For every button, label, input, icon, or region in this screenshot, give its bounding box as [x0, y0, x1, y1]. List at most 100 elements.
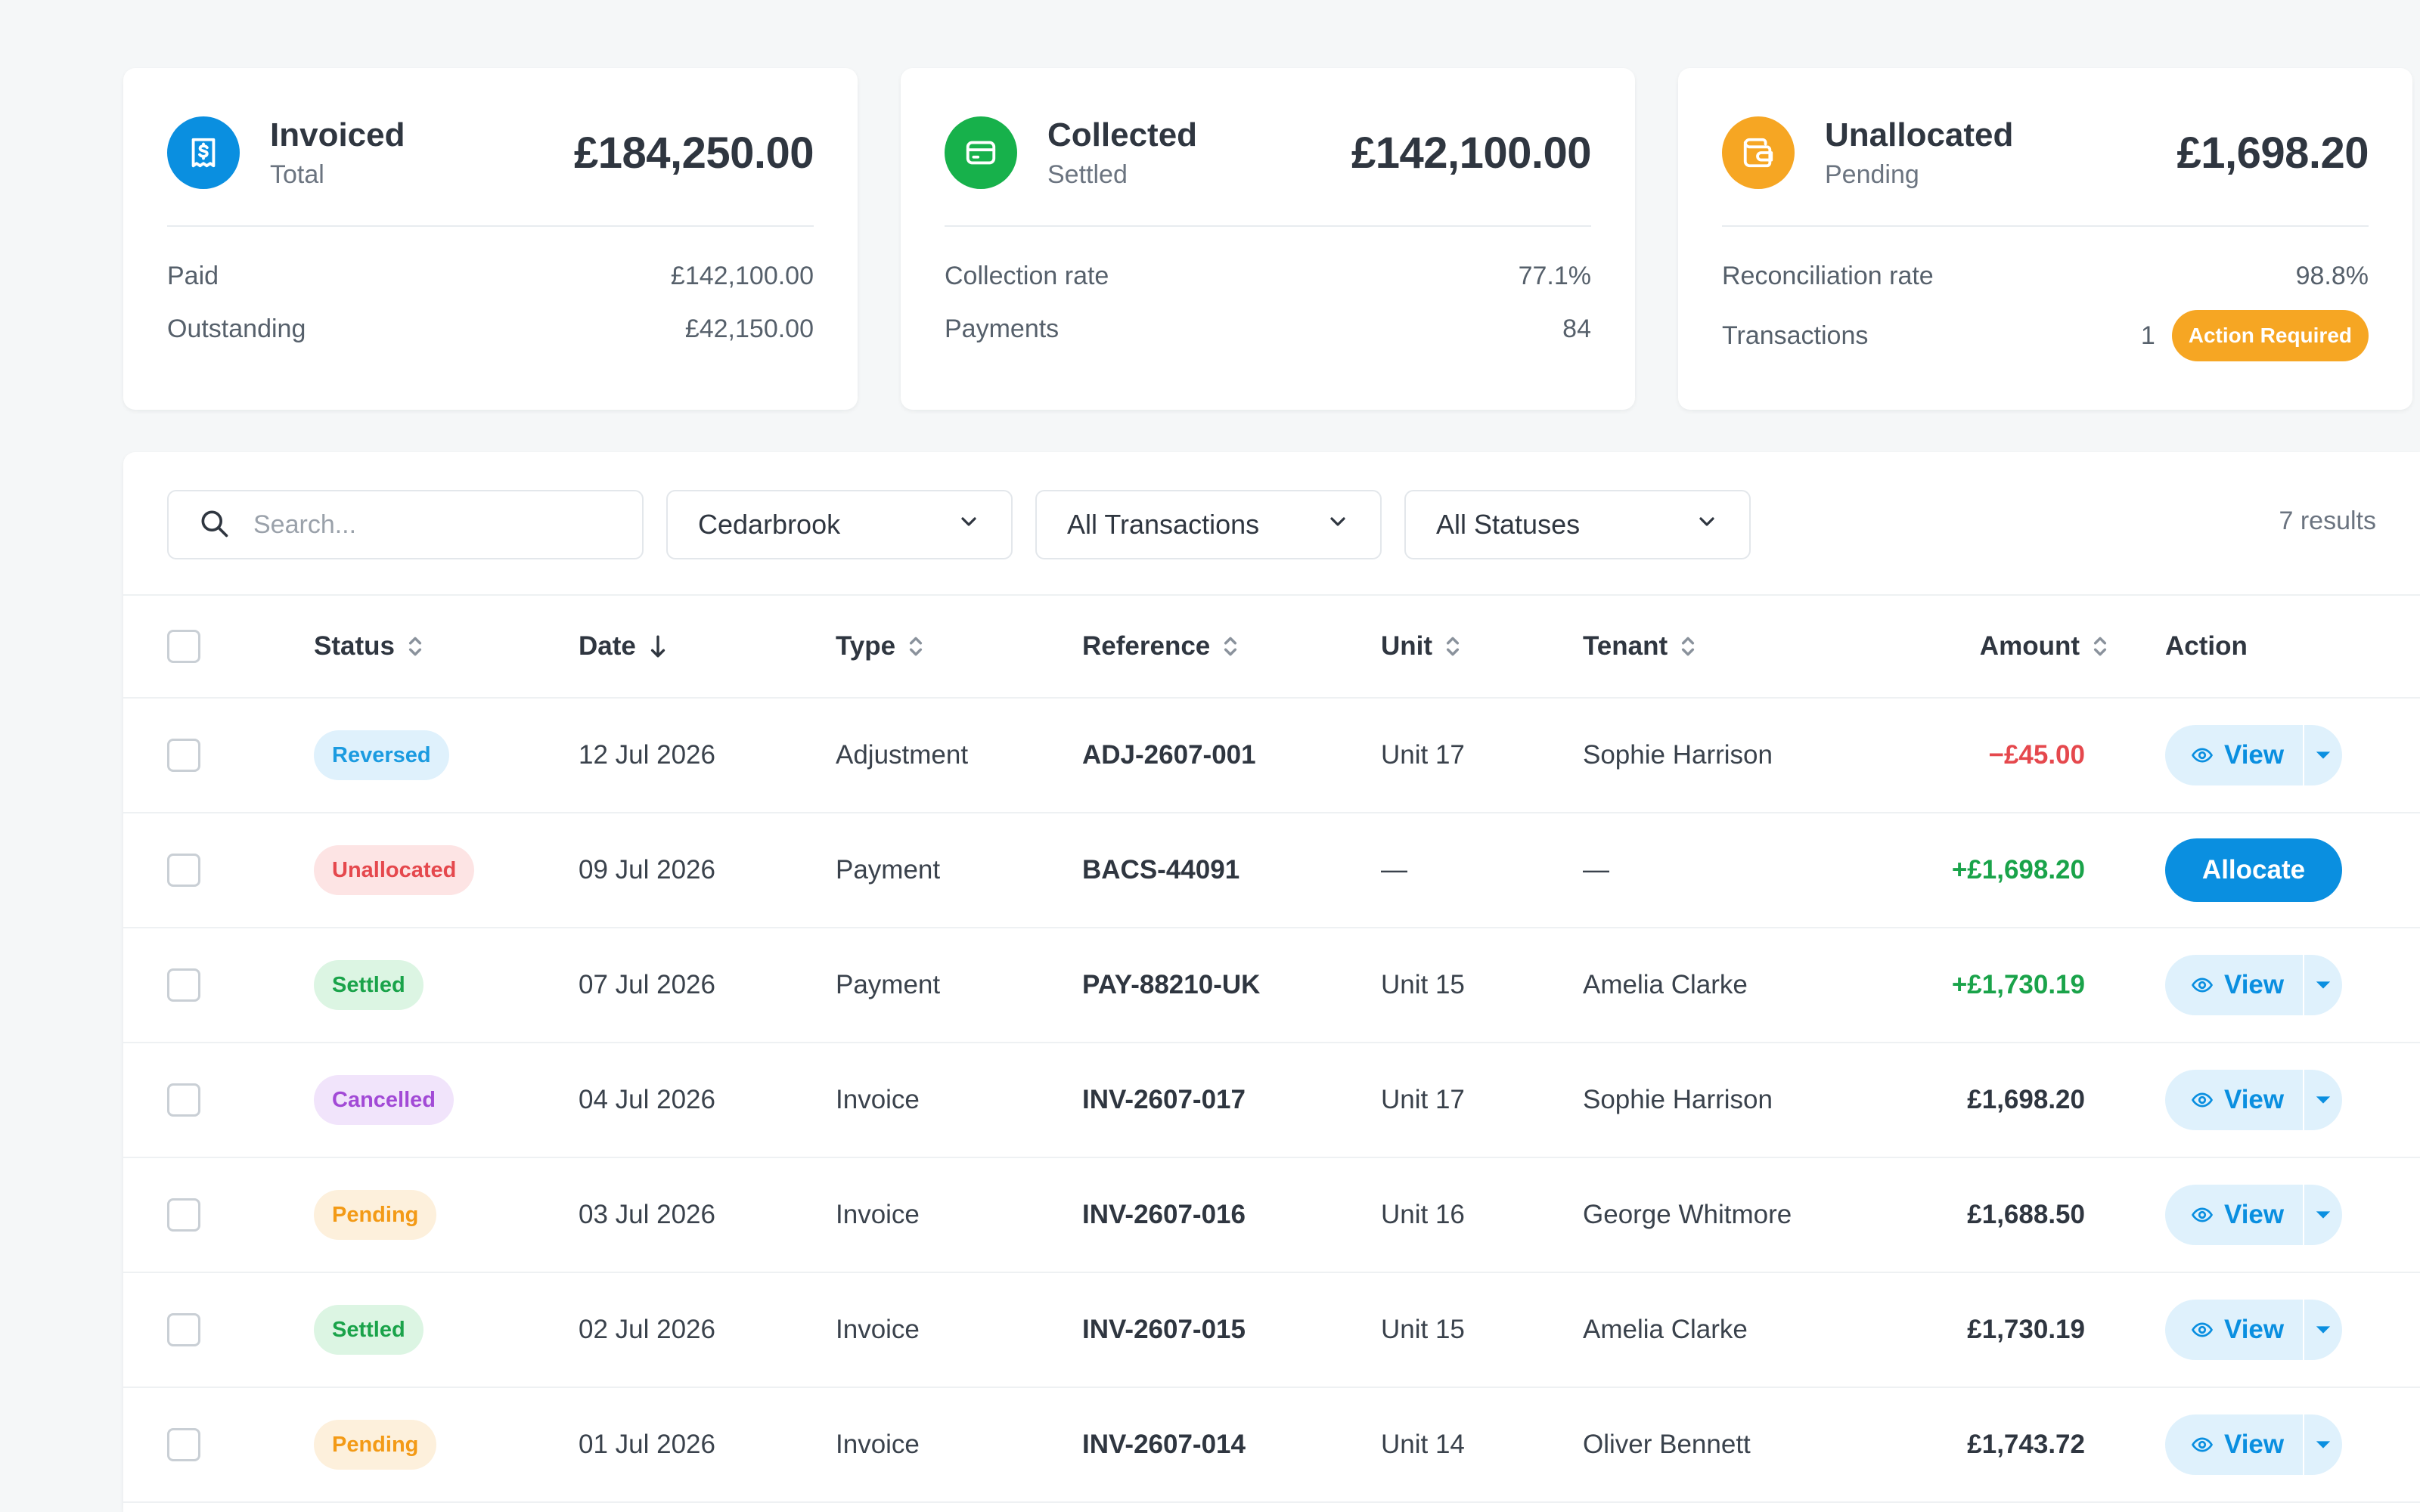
table-row[interactable]: Settled 07 Jul 2026 Payment PAY-88210-UK… [123, 928, 2420, 1043]
caret-down-icon[interactable] [2304, 1300, 2342, 1360]
reference-cell: PAY-88210-UK [1082, 970, 1261, 999]
card-title: Collected [1047, 116, 1198, 153]
tenant-cell: Amelia Clarke [1583, 970, 1748, 999]
type-cell: Payment [836, 855, 941, 885]
stat-row: Paid £142,100.00 [167, 257, 814, 295]
caret-down-icon[interactable] [2304, 1070, 2342, 1130]
status-select[interactable]: All Statuses [1404, 490, 1751, 559]
divider [167, 225, 814, 227]
caret-down-icon[interactable] [2304, 725, 2342, 785]
search-box[interactable] [167, 490, 644, 559]
card-subtitle: Pending [1825, 160, 1919, 189]
view-button[interactable]: View [2165, 955, 2303, 1015]
property-select[interactable]: Cedarbrook [666, 490, 1013, 559]
stat-row: Collection rate 77.1% [945, 257, 1591, 295]
table-row[interactable]: Cancelled 04 Jul 2026 Invoice INV-2607-0… [123, 1043, 2420, 1158]
header-type[interactable]: Type [836, 596, 926, 697]
view-split-button: View [2165, 725, 2342, 785]
collected-card: Collected Settled £142,100.00 Collection… [901, 68, 1635, 410]
row-checkbox[interactable] [167, 1198, 200, 1232]
header-reference[interactable]: Reference [1082, 596, 1240, 697]
amount-cell: −£45.00 [1988, 740, 2086, 770]
tenant-cell: — [1583, 855, 1609, 885]
action-cell: View [2165, 1273, 2342, 1387]
header-date[interactable]: Date [579, 596, 669, 697]
amount-cell: +£1,698.20 [1951, 855, 2085, 885]
transactions-count: 1 [2140, 321, 2155, 350]
allocate-button[interactable]: Allocate [2165, 838, 2342, 902]
eye-icon [2192, 1437, 2213, 1452]
type-select-value: All Transactions [1067, 509, 1260, 540]
type-cell: Payment [836, 970, 941, 999]
date-cell: 12 Jul 2026 [579, 740, 715, 770]
unit-cell: Unit 17 [1381, 740, 1465, 770]
row-checkbox[interactable] [167, 968, 200, 1002]
date-cell: 04 Jul 2026 [579, 1085, 715, 1114]
stat-label: Payments [945, 314, 1060, 343]
eye-icon [2192, 1092, 2213, 1108]
table-row[interactable]: Unallocated 09 Jul 2026 Payment BACS-440… [123, 813, 2420, 928]
view-button[interactable]: View [2165, 1300, 2303, 1360]
row-checkbox[interactable] [167, 1428, 200, 1461]
header-unit[interactable]: Unit [1381, 596, 1463, 697]
date-cell: 09 Jul 2026 [579, 855, 715, 885]
status-badge: Pending [314, 1420, 437, 1470]
row-checkbox[interactable] [167, 739, 200, 772]
view-button[interactable]: View [2165, 1185, 2303, 1245]
view-label: View [2224, 1430, 2285, 1459]
status-badge: Cancelled [314, 1075, 454, 1125]
view-label: View [2224, 1200, 2285, 1229]
row-checkbox[interactable] [167, 854, 200, 887]
view-button[interactable]: View [2165, 725, 2303, 785]
caret-down-icon[interactable] [2304, 1185, 2342, 1245]
amount-cell: £1,688.50 [1967, 1200, 2085, 1229]
type-cell: Invoice [836, 1315, 920, 1344]
invoiced-card: Invoiced Total £184,250.00 Paid £142,100… [123, 68, 858, 410]
stat-label: Paid [167, 261, 219, 290]
header-tenant[interactable]: Tenant [1583, 596, 1698, 697]
stat-value: 84 [1562, 314, 1591, 343]
view-button[interactable]: View [2165, 1414, 2303, 1475]
date-cell: 02 Jul 2026 [579, 1315, 715, 1344]
header-amount[interactable]: Amount [1980, 596, 2110, 697]
table-row[interactable]: Pending 03 Jul 2026 Invoice INV-2607-016… [123, 1158, 2420, 1273]
stat-value: £42,150.00 [684, 314, 814, 343]
stat-label: Outstanding [167, 314, 306, 343]
tenant-cell: Sophie Harrison [1583, 1085, 1773, 1114]
card-subtitle: Settled [1047, 160, 1128, 189]
reference-cell: BACS-44091 [1082, 855, 1240, 885]
header-label: Tenant [1583, 631, 1668, 661]
transaction-type-select[interactable]: All Transactions [1035, 490, 1382, 559]
summary-cards: Invoiced Total £184,250.00 Paid £142,100… [123, 68, 2412, 410]
view-label: View [2224, 970, 2285, 999]
caret-down-icon[interactable] [2304, 955, 2342, 1015]
table-row[interactable]: Settled 02 Jul 2026 Invoice INV-2607-015… [123, 1273, 2420, 1388]
unit-cell: — [1381, 855, 1407, 885]
header-label: Type [836, 631, 896, 661]
row-checkbox[interactable] [167, 1083, 200, 1117]
sort-icon [1678, 634, 1698, 659]
row-checkbox[interactable] [167, 1313, 200, 1346]
table-body: Reversed 12 Jul 2026 Adjustment ADJ-2607… [123, 699, 2420, 1503]
view-split-button: View [2165, 1070, 2342, 1130]
select-all-checkbox[interactable] [167, 630, 200, 663]
table-row[interactable]: Pending 01 Jul 2026 Invoice INV-2607-014… [123, 1388, 2420, 1503]
table-row[interactable]: Reversed 12 Jul 2026 Adjustment ADJ-2607… [123, 699, 2420, 813]
action-required-badge[interactable]: Action Required [2171, 310, 2369, 361]
stat-row: Transactions 1 Action Required [1722, 310, 2369, 361]
card-title: Invoiced [270, 116, 405, 153]
card-total: £142,100.00 [1351, 128, 1592, 178]
search-input[interactable] [253, 510, 616, 540]
caret-down-icon[interactable] [2304, 1414, 2342, 1475]
header-status[interactable]: Status [314, 596, 425, 697]
header-label: Reference [1082, 631, 1211, 661]
type-cell: Invoice [836, 1200, 920, 1229]
eye-icon [2192, 1207, 2213, 1222]
view-label: View [2224, 1085, 2285, 1114]
tenant-cell: Oliver Bennett [1583, 1430, 1751, 1459]
stat-row: Payments 84 [945, 310, 1591, 348]
unit-cell: Unit 16 [1381, 1200, 1465, 1229]
transactions-table: Status Date Type Reference Unit Tenant A… [123, 596, 2420, 1503]
view-button[interactable]: View [2165, 1070, 2303, 1130]
arrow-down-icon [647, 634, 669, 659]
